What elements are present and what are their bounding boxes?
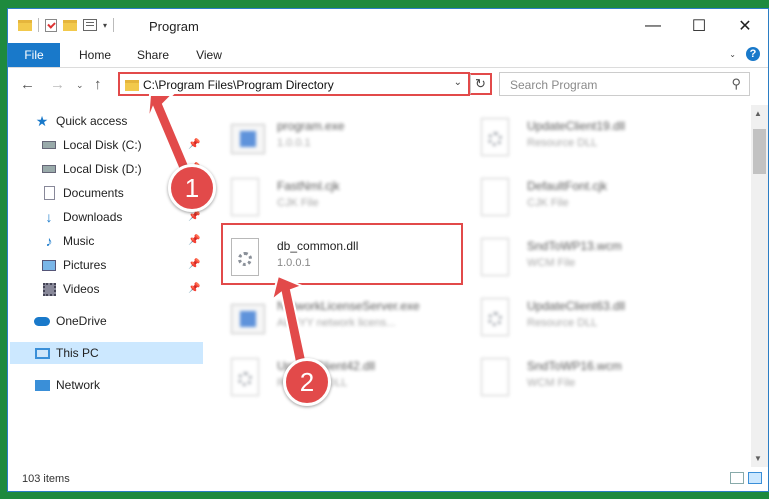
- annotation-arrows: [147, 94, 308, 364]
- arrow-1: [147, 94, 192, 174]
- callout-1: 1: [168, 164, 216, 212]
- arrow-2: [270, 274, 308, 364]
- callout-2: 2: [283, 358, 331, 406]
